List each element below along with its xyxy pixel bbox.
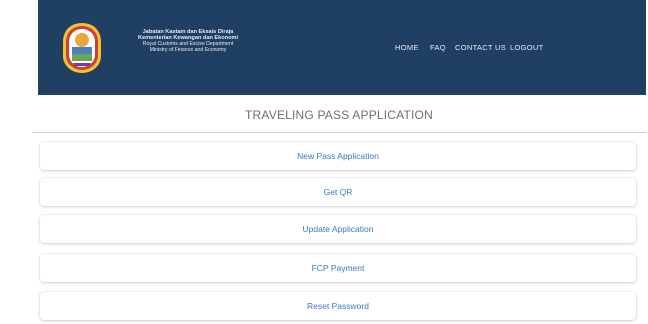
department-logo[interactable] (62, 22, 102, 74)
menu-item-label: FCP Payment (311, 263, 365, 273)
menu-item-label: Get QR (323, 187, 353, 197)
get-qr-button[interactable]: Get QR (40, 178, 636, 206)
page-title-bar: TRAVELING PASS APPLICATION (32, 95, 646, 133)
update-application-button[interactable]: Update Application (40, 215, 636, 243)
reset-password-button[interactable]: Reset Password (40, 292, 636, 320)
nav-faq[interactable]: FAQ (430, 43, 446, 52)
fcp-payment-button[interactable]: FCP Payment (40, 254, 636, 282)
new-pass-application-button[interactable]: New Pass Application (40, 142, 636, 170)
nav-home[interactable]: HOME (395, 43, 419, 52)
menu-item-label: New Pass Application (297, 151, 379, 161)
brand-line-4: Ministry of Finance and Economy (149, 46, 227, 53)
crest-icon (63, 23, 101, 73)
nav-contact-us[interactable]: CONTACT US (455, 43, 506, 52)
menu-item-label: Update Application (302, 224, 374, 234)
site-header: Jabatan Kastam dan Eksais Diraja Kemente… (38, 0, 646, 95)
page-title: TRAVELING PASS APPLICATION (245, 108, 433, 122)
menu-item-label: Reset Password (307, 301, 369, 311)
brand-text: Jabatan Kastam dan Eksais Diraja Kemente… (118, 29, 258, 54)
nav-logout[interactable]: LOGOUT (510, 43, 543, 52)
